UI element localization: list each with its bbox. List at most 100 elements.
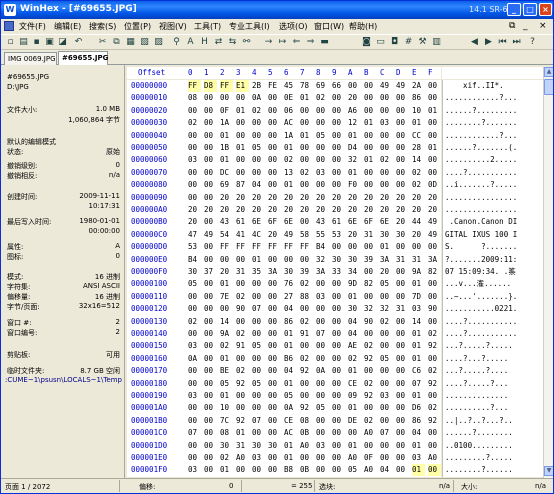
hex-byte[interactable]: 01 — [220, 390, 233, 402]
hex-byte[interactable]: 00 — [428, 167, 441, 179]
hex-byte[interactable]: 00 — [316, 142, 329, 154]
hex-byte[interactable]: 00 — [428, 390, 441, 402]
hex-byte[interactable]: 00 — [332, 92, 345, 104]
hex-byte[interactable]: 00 — [268, 353, 281, 365]
hex-byte[interactable]: 02 — [236, 365, 249, 377]
hex-byte[interactable]: 00 — [332, 402, 345, 414]
hex-byte[interactable]: 00 — [316, 105, 329, 117]
hex-byte[interactable]: FF — [188, 80, 201, 92]
hex-byte[interactable]: 30 — [268, 440, 281, 452]
hex-byte[interactable]: 00 — [268, 105, 281, 117]
text-row[interactable]: 07 15:09:34. .筿 — [445, 266, 516, 278]
hex-byte[interactable]: DE — [348, 415, 361, 427]
text-row[interactable]: .........?..... — [445, 452, 513, 464]
tab-img-0069[interactable]: IMG 0069.JPG — [4, 52, 57, 65]
hex-byte[interactable]: 00 — [204, 105, 217, 117]
hex-byte[interactable]: 02 — [252, 105, 265, 117]
open-file-icon[interactable]: ▤ — [18, 37, 29, 48]
hex-byte[interactable]: 00 — [236, 92, 249, 104]
hex-byte[interactable]: 07 — [252, 303, 265, 315]
hex-byte[interactable]: 00 — [396, 365, 409, 377]
tools-icon[interactable]: ⚒ — [417, 37, 428, 48]
disk-editor-icon[interactable]: ◘ — [389, 37, 400, 48]
hex-byte[interactable]: 08 — [188, 92, 201, 104]
hex-byte[interactable]: 00 — [188, 415, 201, 427]
hex-byte[interactable]: 00 — [428, 80, 441, 92]
bookmark-icon[interactable]: ▬ — [319, 37, 330, 48]
hex-byte[interactable]: 20 — [364, 192, 377, 204]
hex-byte[interactable]: 01 — [412, 390, 425, 402]
hex-byte[interactable]: 69 — [316, 80, 329, 92]
hex-byte[interactable]: 00 — [428, 241, 441, 253]
minimize-child-icon[interactable]: _ — [523, 21, 528, 31]
hash-icon[interactable]: # — [403, 37, 414, 48]
hex-byte[interactable]: 00 — [188, 142, 201, 154]
hex-byte[interactable]: 39 — [364, 254, 377, 266]
hex-byte[interactable]: 02 — [412, 167, 425, 179]
hex-byte[interactable]: 78 — [300, 80, 313, 92]
hex-byte[interactable]: 20 — [332, 192, 345, 204]
hex-byte[interactable]: 00 — [204, 402, 217, 414]
hex-byte[interactable]: 0E — [284, 92, 297, 104]
hex-byte[interactable]: 20 — [412, 229, 425, 241]
hex-byte[interactable]: 01 — [412, 278, 425, 290]
text-row[interactable]: ..|..?..?...?.. — [445, 415, 513, 427]
hex-byte[interactable]: 02 — [380, 316, 393, 328]
hex-byte[interactable]: AE — [348, 340, 361, 352]
hex-byte[interactable]: 00 — [300, 216, 313, 228]
text-row[interactable]: ....?........... — [445, 328, 517, 340]
hex-byte[interactable]: 20 — [396, 216, 409, 228]
hex-byte[interactable]: 32 — [364, 303, 377, 315]
hex-byte[interactable]: B8 — [284, 464, 297, 476]
hex-byte[interactable]: 00 — [396, 105, 409, 117]
hex-byte[interactable]: 00 — [332, 291, 345, 303]
hex-byte[interactable]: 00 — [268, 130, 281, 142]
hex-byte[interactable]: E1 — [236, 80, 249, 92]
hex-byte[interactable]: 00 — [236, 464, 249, 476]
hex-byte[interactable]: 02 — [412, 179, 425, 191]
hex-byte[interactable]: 01 — [284, 179, 297, 191]
hex-byte[interactable]: 30 — [220, 440, 233, 452]
hex-byte[interactable]: 00 — [252, 353, 265, 365]
hex-byte[interactable]: 20 — [348, 204, 361, 216]
text-row[interactable]: ................ — [445, 192, 517, 204]
hex-byte[interactable]: 00 — [316, 464, 329, 476]
text-row[interactable]: xif..II*. — [445, 80, 504, 92]
hex-byte[interactable]: 00 — [188, 440, 201, 452]
hex-byte[interactable]: 00 — [204, 142, 217, 154]
text-row[interactable]: ..i.......?..... — [445, 179, 517, 191]
hex-byte[interactable]: 3A — [268, 266, 281, 278]
hex-byte[interactable]: 00 — [236, 278, 249, 290]
hex-byte[interactable]: 20 — [300, 192, 313, 204]
text-row[interactable]: ....?........... — [445, 316, 517, 328]
hex-byte[interactable]: 39 — [300, 266, 313, 278]
hex-byte[interactable]: 05 — [380, 278, 393, 290]
hex-byte[interactable]: 00 — [268, 167, 281, 179]
hex-byte[interactable]: 00 — [332, 179, 345, 191]
hex-byte[interactable]: 01 — [284, 440, 297, 452]
hex-byte[interactable]: 43 — [220, 216, 233, 228]
hex-byte[interactable]: 01 — [348, 167, 361, 179]
hex-byte[interactable]: 82 — [428, 266, 441, 278]
hex-byte[interactable]: 00 — [380, 415, 393, 427]
hex-byte[interactable]: 00 — [428, 353, 441, 365]
text-row[interactable]: ...........0221. — [445, 303, 517, 315]
hex-byte[interactable]: 20 — [252, 192, 265, 204]
hex-byte[interactable]: 00 — [204, 167, 217, 179]
hex-byte[interactable]: 00 — [396, 291, 409, 303]
hex-byte[interactable]: 00 — [188, 130, 201, 142]
hex-byte[interactable]: 00 — [332, 464, 345, 476]
tab-69655[interactable]: #69655.JPG — [58, 51, 108, 65]
maximize-button[interactable]: □ — [523, 3, 537, 16]
hex-byte[interactable]: 20 — [268, 229, 281, 241]
hex-byte[interactable]: 01 — [348, 440, 361, 452]
hex-byte[interactable]: 02 — [284, 154, 297, 166]
hex-byte[interactable]: 02 — [316, 92, 329, 104]
hex-byte[interactable]: 01 — [220, 130, 233, 142]
hex-byte[interactable]: 33 — [332, 266, 345, 278]
hex-byte[interactable]: 00 — [204, 92, 217, 104]
hex-byte[interactable]: 53 — [188, 241, 201, 253]
hex-byte[interactable]: 92 — [236, 415, 249, 427]
hex-byte[interactable]: 00 — [300, 452, 313, 464]
text-row[interactable]: .............. — [445, 390, 508, 402]
